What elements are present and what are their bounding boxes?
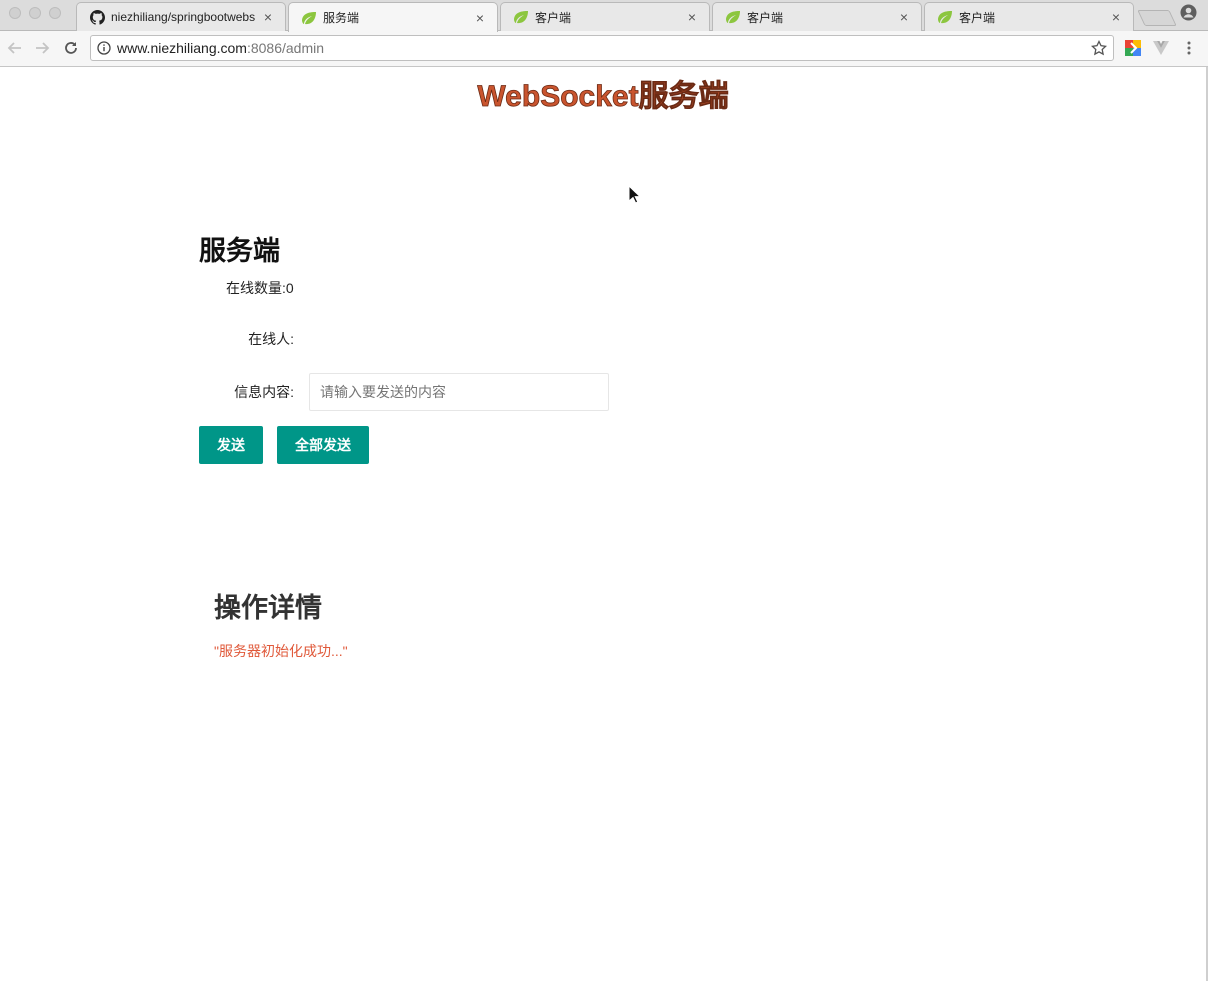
details-title: 操作详情 [214, 593, 322, 623]
address-bar[interactable]: www.niezhiliang.com:8086/admin [90, 35, 1114, 61]
send-all-button[interactable]: 全部发送 [277, 426, 369, 464]
message-row: 信息内容: [199, 373, 609, 411]
url-host: www.niezhiliang.com [117, 40, 247, 56]
section-title: 服务端 [199, 236, 280, 266]
menu-kebab-icon[interactable] [1182, 39, 1200, 57]
window-minimize-dot[interactable] [29, 7, 41, 19]
browser-window: niezhiliang/springbootwebs × 服务端 × 客户端 ×… [0, 0, 1208, 981]
info-icon[interactable] [97, 41, 111, 55]
window-close-dot[interactable] [9, 7, 21, 19]
send-button[interactable]: 发送 [199, 426, 263, 464]
tab-title: niezhiliang/springbootwebs [111, 10, 255, 24]
extension-colorful-icon[interactable] [1124, 39, 1142, 57]
close-icon[interactable]: × [1109, 10, 1123, 24]
github-icon [89, 9, 105, 25]
spring-leaf-icon [725, 9, 741, 25]
online-users-row: 在线人: [199, 329, 294, 349]
close-icon[interactable]: × [685, 10, 699, 24]
window-zoom-dot[interactable] [49, 7, 61, 19]
tab-server[interactable]: 服务端 × [288, 2, 498, 32]
page-content: WebSocket服务端 服务端 在线数量:0 在线人: 信息内容: 发送 全部… [0, 67, 1208, 981]
tab-title: 客户端 [535, 10, 572, 25]
message-label: 信息内容: [234, 384, 294, 400]
profile-icon[interactable] [1180, 4, 1197, 21]
spring-leaf-icon [301, 10, 317, 26]
tab-github[interactable]: niezhiliang/springbootwebs × [76, 2, 286, 31]
tab-client-1[interactable]: 客户端 × [500, 2, 710, 31]
browser-toolbar: www.niezhiliang.com:8086/admin [0, 31, 1208, 67]
tab-client-2[interactable]: 客户端 × [712, 2, 922, 31]
back-icon[interactable] [6, 39, 24, 57]
message-input[interactable] [309, 373, 609, 411]
tab-strip: niezhiliang/springbootwebs × 服务端 × 客户端 ×… [0, 0, 1208, 32]
log-line: "服务器初始化成功..." [214, 643, 348, 659]
new-tab-button[interactable] [1137, 10, 1177, 26]
url-text: www.niezhiliang.com:8086/admin [117, 40, 324, 56]
close-icon[interactable]: × [473, 11, 487, 25]
close-icon[interactable]: × [261, 10, 275, 24]
bookmark-star-icon[interactable] [1090, 39, 1108, 56]
tab-client-3[interactable]: 客户端 × [924, 2, 1134, 31]
online-users-label: 在线人: [248, 331, 294, 347]
tab-title: 服务端 [323, 11, 360, 25]
forward-icon[interactable] [33, 39, 51, 57]
tab-title: 客户端 [959, 10, 996, 25]
tab-title: 客户端 [747, 10, 784, 25]
spring-leaf-icon [937, 9, 953, 25]
spring-leaf-icon [513, 9, 529, 25]
online-count: 在线数量:0 [226, 280, 294, 296]
page-banner: WebSocket服务端 [477, 80, 729, 114]
url-path: :8086/admin [246, 40, 325, 56]
close-icon[interactable]: × [897, 10, 911, 24]
reload-icon[interactable] [62, 39, 80, 57]
extension-vue-icon[interactable] [1152, 39, 1170, 57]
mouse-cursor-icon [628, 184, 642, 205]
